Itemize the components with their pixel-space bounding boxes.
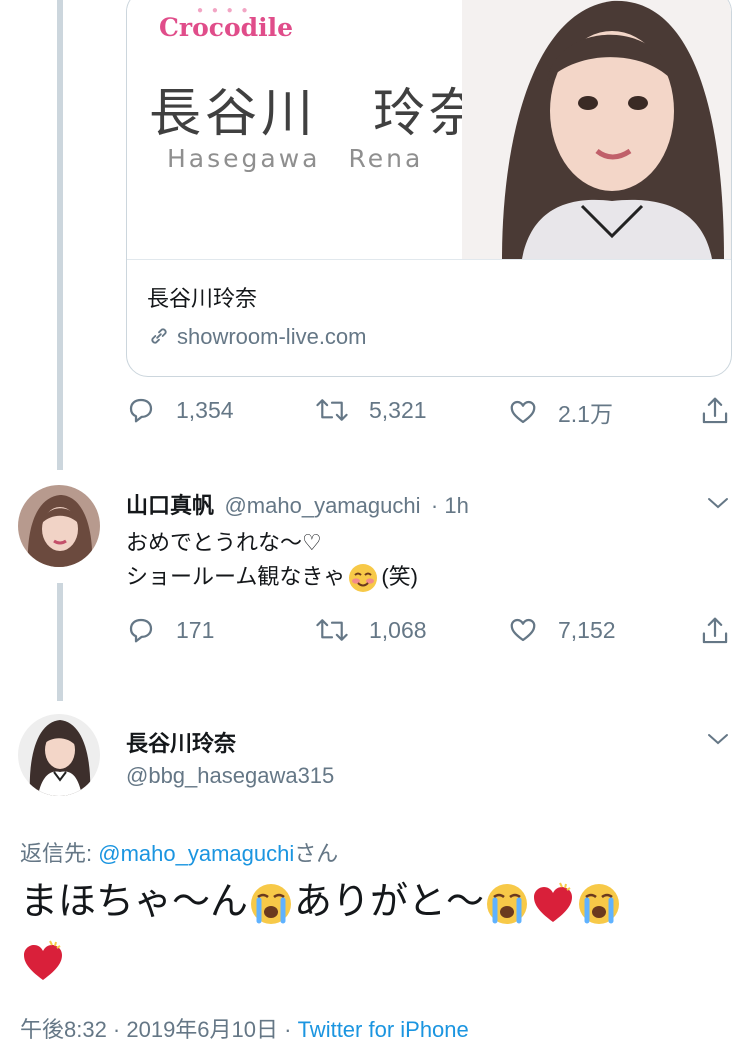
share-icon bbox=[702, 617, 728, 644]
reply-button[interactable]: 1,354 bbox=[126, 395, 234, 425]
reply-retweet-button[interactable]: 1,068 bbox=[315, 615, 427, 645]
card-image-name-jp: 長谷川 玲奈 bbox=[149, 84, 486, 144]
heart-emoji bbox=[24, 940, 62, 980]
main-tweet-text: まほちゃ〜ん ありがと〜 bbox=[20, 873, 730, 989]
reply-text-line2: ショールーム観なきゃ (笑) bbox=[126, 560, 418, 594]
reply-like-button[interactable]: 7,152 bbox=[508, 615, 616, 645]
link-icon bbox=[151, 328, 167, 344]
card-title: 長谷川玲奈 bbox=[147, 286, 258, 311]
thread-line-middle bbox=[57, 583, 63, 701]
heart-emoji bbox=[534, 882, 573, 922]
share-button[interactable] bbox=[700, 395, 750, 427]
thread-line-top bbox=[57, 0, 63, 470]
reply-text-line2-b: (笑) bbox=[381, 564, 418, 589]
tweet-meta: 午後8:32 · 2019年6月10日 · Twitter for iPhone bbox=[20, 1012, 469, 1044]
replying-to-label: 返信先: bbox=[20, 841, 99, 866]
reply-author-handle[interactable]: @maho_yamaguchi bbox=[224, 493, 420, 518]
replying-to: 返信先: @maho_yamaguchiさん bbox=[20, 836, 338, 868]
card-link[interactable]: showroom-live.com bbox=[147, 324, 367, 350]
loudly-crying-face-emoji bbox=[487, 883, 528, 924]
tweet-source[interactable]: Twitter for iPhone bbox=[298, 1017, 469, 1042]
main-avatar[interactable] bbox=[18, 714, 100, 796]
main-text-a: まほちゃ〜ん bbox=[20, 881, 249, 923]
reply-time: · 1h bbox=[430, 493, 469, 518]
reply-avatar[interactable] bbox=[18, 485, 100, 567]
chevron-down-icon[interactable] bbox=[706, 494, 730, 512]
reply-share-button[interactable] bbox=[700, 615, 750, 647]
share-icon bbox=[702, 397, 728, 424]
retweet-icon bbox=[316, 619, 348, 641]
profile-photo bbox=[462, 0, 731, 259]
replying-to-suffix: さん bbox=[294, 841, 339, 866]
like-icon bbox=[510, 618, 536, 642]
main-text-b: ありがと〜 bbox=[294, 881, 485, 923]
retweet-icon bbox=[316, 399, 348, 421]
reply-icon bbox=[129, 398, 153, 423]
tweet-timestamp[interactable]: 午後8:32 · 2019年6月10日 · bbox=[20, 1017, 298, 1042]
loudly-crying-face-emoji bbox=[579, 883, 620, 924]
reply-reply-button[interactable]: 171 bbox=[126, 615, 214, 645]
reply-text: おめでとうれな〜♡ ショールーム観なきゃ (笑) bbox=[126, 526, 418, 594]
reply-like-count: 7,152 bbox=[558, 616, 616, 643]
reply-text-line1: おめでとうれな〜♡ bbox=[126, 530, 322, 555]
main-author-handle[interactable]: @bbg_hasegawa315 bbox=[126, 763, 334, 789]
reply-author-name[interactable]: 山口真帆 bbox=[126, 493, 214, 518]
reply-avatar-image bbox=[18, 485, 100, 567]
main-author-name[interactable]: 長谷川玲奈 bbox=[126, 726, 236, 758]
chevron-down-icon[interactable] bbox=[706, 730, 730, 748]
retweet-count: 5,321 bbox=[369, 396, 427, 423]
retweet-button[interactable]: 5,321 bbox=[315, 395, 427, 425]
main-avatar-image bbox=[18, 714, 100, 796]
reply-text-line2-a: ショールーム観なきゃ bbox=[126, 564, 346, 589]
replying-to-mention[interactable]: @maho_yamaguchi bbox=[98, 841, 294, 866]
loudly-crying-face-emoji bbox=[251, 883, 292, 924]
reply-retweet-count: 1,068 bbox=[369, 616, 427, 643]
reply-count: 1,354 bbox=[176, 396, 234, 423]
like-icon bbox=[510, 400, 536, 424]
like-count: 2.1万 bbox=[558, 401, 613, 427]
like-button[interactable]: 2.1万 bbox=[508, 395, 613, 429]
card-image: ● ● ● ● Crocodile 長谷川 玲奈 Hasegawa Rena bbox=[127, 0, 731, 260]
reply-reply-count: 171 bbox=[176, 616, 215, 643]
reply-icon bbox=[129, 618, 153, 643]
brand-logo: Crocodile bbox=[159, 13, 294, 42]
card-link-text: showroom-live.com bbox=[177, 324, 367, 349]
reply-header: 山口真帆 @maho_yamaguchi · 1h bbox=[126, 488, 469, 520]
blushing-face-emoji bbox=[349, 564, 378, 593]
link-card[interactable]: ● ● ● ● Crocodile 長谷川 玲奈 Hasegawa Rena 長… bbox=[126, 0, 732, 377]
card-image-name-en: Hasegawa Rena bbox=[167, 144, 424, 173]
